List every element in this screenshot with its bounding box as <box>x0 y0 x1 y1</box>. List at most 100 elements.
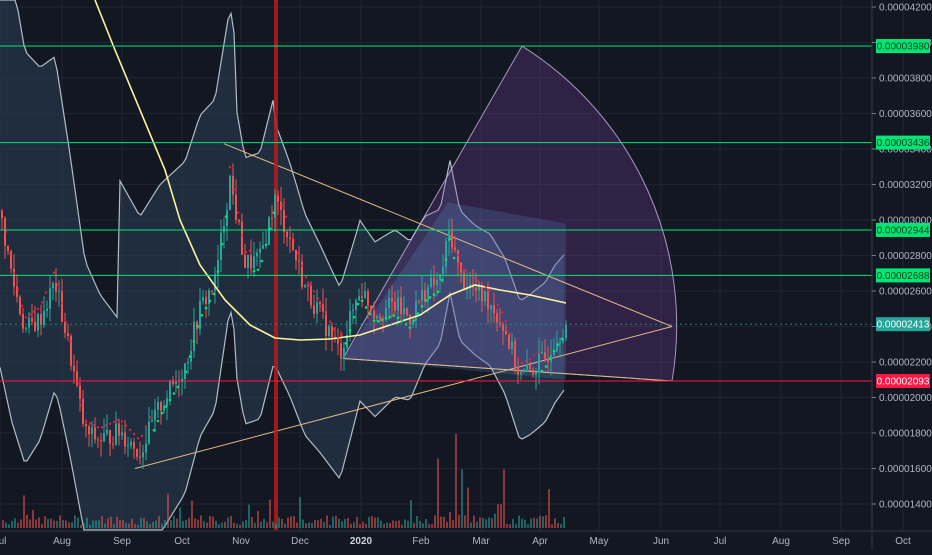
dot-red <box>292 239 296 242</box>
volume-bar <box>446 521 448 528</box>
dot-green <box>360 299 364 303</box>
candle-body <box>220 232 222 261</box>
candle-body <box>61 291 63 322</box>
candle-body <box>418 301 420 303</box>
y-tick-label: 0.00004200 <box>879 3 932 14</box>
dot-green <box>220 242 224 246</box>
dot-green <box>172 392 176 395</box>
volume-bar <box>467 487 469 528</box>
dot-green <box>388 315 392 319</box>
candle-body <box>250 255 252 269</box>
dot-red <box>288 226 292 229</box>
candle-body <box>394 301 396 311</box>
chart-svg[interactable]: 0.000042000.000040000.000038000.00003600… <box>0 0 932 550</box>
x-tick-label: Oct <box>174 536 190 547</box>
candle-body <box>559 341 561 344</box>
candle-body <box>286 231 288 238</box>
candle-body <box>58 291 60 293</box>
candle-body <box>73 365 75 372</box>
candle-body <box>430 277 432 288</box>
volume-bar <box>500 504 502 528</box>
dot-red <box>280 204 284 207</box>
volume-bar <box>179 507 181 528</box>
candle-body <box>247 255 249 268</box>
volume-bar <box>425 519 427 528</box>
dot-red <box>48 281 52 284</box>
volume-bar <box>296 522 298 528</box>
y-tick-label: 0.00001400 <box>879 500 932 511</box>
dot-red <box>512 344 516 347</box>
volume-bar <box>323 521 325 528</box>
dot-green <box>188 355 192 358</box>
volume-bar <box>92 520 94 528</box>
volume-bar <box>62 520 64 528</box>
candle-body <box>295 249 297 261</box>
candle-body <box>82 398 84 425</box>
volume-bar <box>521 518 523 528</box>
candle-body <box>28 317 30 328</box>
volume-bar <box>338 518 340 528</box>
candle-body <box>244 254 246 268</box>
volume-bar <box>155 520 157 528</box>
candle-body <box>43 310 45 326</box>
volume-bar <box>188 517 190 528</box>
volume-bar <box>170 520 172 528</box>
candle-body <box>442 266 444 275</box>
price-label-text: 0.00003436 <box>877 138 930 149</box>
volume-bar <box>515 524 517 528</box>
dot-green <box>452 256 456 260</box>
volume-bar <box>401 524 403 528</box>
volume-bar <box>107 518 109 528</box>
volume-bar <box>254 522 256 528</box>
dot-red <box>336 336 340 339</box>
dot-red <box>492 296 496 299</box>
dot-green <box>436 290 440 294</box>
volume-bar <box>251 516 253 528</box>
volume-bar <box>212 516 214 528</box>
volume-bar <box>119 520 121 528</box>
candle-body <box>142 452 144 458</box>
volume-bar <box>545 515 547 528</box>
dot-red <box>488 288 492 291</box>
dot-red <box>484 285 488 288</box>
volume-bar <box>257 510 259 528</box>
candle-body <box>157 402 159 410</box>
dot-green <box>196 325 200 328</box>
price-label-text: 0.00003980 <box>877 42 930 53</box>
volume-bar <box>488 517 490 528</box>
candle-body <box>379 316 381 319</box>
candle-body <box>22 313 24 329</box>
dot-green <box>408 326 412 329</box>
candle-body <box>103 433 105 442</box>
volume-bar <box>116 516 118 528</box>
candle-body <box>496 313 498 323</box>
volume-bar <box>362 521 364 528</box>
candle-body <box>121 432 123 436</box>
volume-bar <box>530 518 532 528</box>
volume-bar <box>248 504 250 528</box>
x-tick-label: Aug <box>772 536 790 547</box>
volume-bar <box>554 518 556 528</box>
candle-body <box>124 432 126 447</box>
dot-red <box>532 354 536 357</box>
candle-body <box>487 291 489 310</box>
volume-bar <box>110 516 112 528</box>
candle-body <box>445 241 447 267</box>
dot-red <box>508 332 512 335</box>
volume-bar <box>236 523 238 528</box>
volume-bar <box>506 523 508 528</box>
volume-bar <box>434 515 436 528</box>
chart[interactable]: 0.000042000.000040000.000038000.00003600… <box>0 0 932 550</box>
volume-bar <box>383 523 385 528</box>
dot-green <box>552 349 556 353</box>
candle-body <box>106 429 108 434</box>
volume-bar <box>74 515 76 528</box>
candle-body <box>49 288 51 309</box>
volume-bar <box>350 523 352 528</box>
candle-body <box>226 210 228 227</box>
candle-body <box>331 326 333 338</box>
x-tick-label: May <box>590 536 609 547</box>
dot-red <box>92 424 96 427</box>
dot-red <box>500 311 504 314</box>
x-tick-label: Sep <box>832 536 850 547</box>
